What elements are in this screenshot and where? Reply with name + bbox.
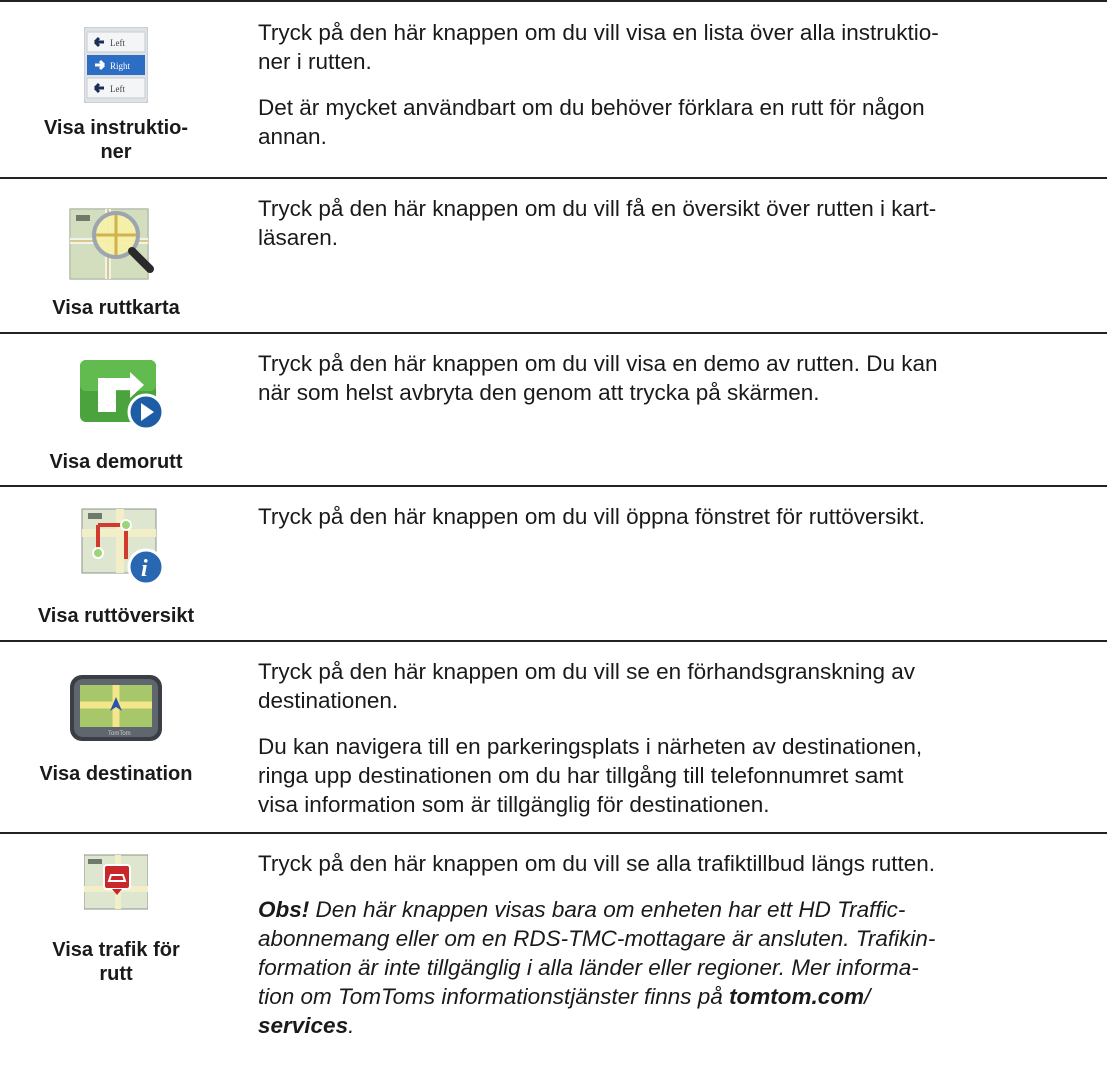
map-magnifier-icon bbox=[69, 208, 154, 280]
option-row-show-route-summary: i Visa ruttöversikt Tryck på den här kna… bbox=[0, 485, 1107, 640]
option-row-show-destination: TomTom Visa destination Tryck på den här… bbox=[0, 640, 1107, 832]
turn-instructions-icon: Left Right Left bbox=[84, 27, 148, 103]
option-label: Visa trafik för rutt bbox=[52, 939, 180, 985]
device-brand: TomTom bbox=[108, 731, 131, 737]
option-description: Tryck på den här knappen om du vill få e… bbox=[258, 196, 937, 250]
option-row-show-instructions: Left Right Left Visa instruktio- ner Try… bbox=[0, 0, 1107, 177]
route-summary-info-icon: i bbox=[81, 508, 165, 586]
option-description: Tryck på den här knappen om du vill se e… bbox=[258, 657, 1088, 819]
device-destination-icon: TomTom bbox=[70, 675, 162, 741]
description-paragraph: Det är mycket användbart om du behöver f… bbox=[258, 95, 925, 149]
svg-text:i: i bbox=[141, 556, 148, 582]
option-row-show-route-map: Visa ruttkarta Tryck på den här knappen … bbox=[0, 177, 1107, 332]
option-description: Tryck på den här knappen om du vill visa… bbox=[258, 351, 938, 405]
link-slash: / bbox=[864, 984, 871, 1009]
option-description: Tryck på den här knappen om du vill se a… bbox=[258, 849, 1088, 1040]
option-label: Visa instruktio- ner bbox=[43, 117, 189, 163]
option-label: Visa destination bbox=[39, 763, 193, 785]
note-paragraph: Obs! Den här knappen visas bara om enhet… bbox=[258, 895, 1088, 1040]
show-traffic-on-route-button[interactable] bbox=[0, 853, 232, 911]
show-instructions-button[interactable]: Left Right Left bbox=[0, 27, 232, 103]
show-demo-route-button[interactable] bbox=[0, 354, 232, 438]
option-label: Visa demorutt bbox=[49, 451, 183, 473]
traffic-incident-icon bbox=[84, 854, 148, 910]
route-demo-play-icon bbox=[80, 360, 165, 431]
description-paragraph: Tryck på den här knappen om du vill visa… bbox=[258, 20, 939, 74]
icon-line-2: Right bbox=[110, 61, 131, 71]
icon-line-3: Left bbox=[110, 84, 125, 94]
note-end: . bbox=[348, 1013, 355, 1038]
show-route-summary-button[interactable]: i bbox=[0, 503, 232, 587]
description-paragraph: Tryck på den här knappen om du vill se a… bbox=[258, 851, 936, 876]
tomtom-link[interactable]: tomtom.com bbox=[729, 984, 864, 1009]
option-label: Visa ruttöversikt bbox=[37, 605, 195, 627]
description-paragraph: Du kan navigera till en parkeringsplats … bbox=[258, 734, 923, 817]
option-description: Tryck på den här knappen om du vill öppn… bbox=[258, 504, 926, 529]
services-link[interactable]: services bbox=[258, 1013, 348, 1038]
description-paragraph: Tryck på den här knappen om du vill se e… bbox=[258, 659, 916, 713]
option-row-show-traffic-on-route: Visa trafik för rutt Tryck på den här kn… bbox=[0, 832, 1107, 1070]
note-prefix: Obs! bbox=[258, 897, 310, 922]
show-destination-button[interactable]: TomTom bbox=[0, 671, 232, 745]
option-row-show-demo-route: Visa demorutt Tryck på den här knappen o… bbox=[0, 332, 1107, 485]
option-label: Visa ruttkarta bbox=[52, 297, 180, 319]
option-description: Tryck på den här knappen om du vill visa… bbox=[258, 18, 1088, 151]
show-route-map-button[interactable] bbox=[0, 201, 232, 283]
icon-line-1: Left bbox=[110, 38, 125, 48]
